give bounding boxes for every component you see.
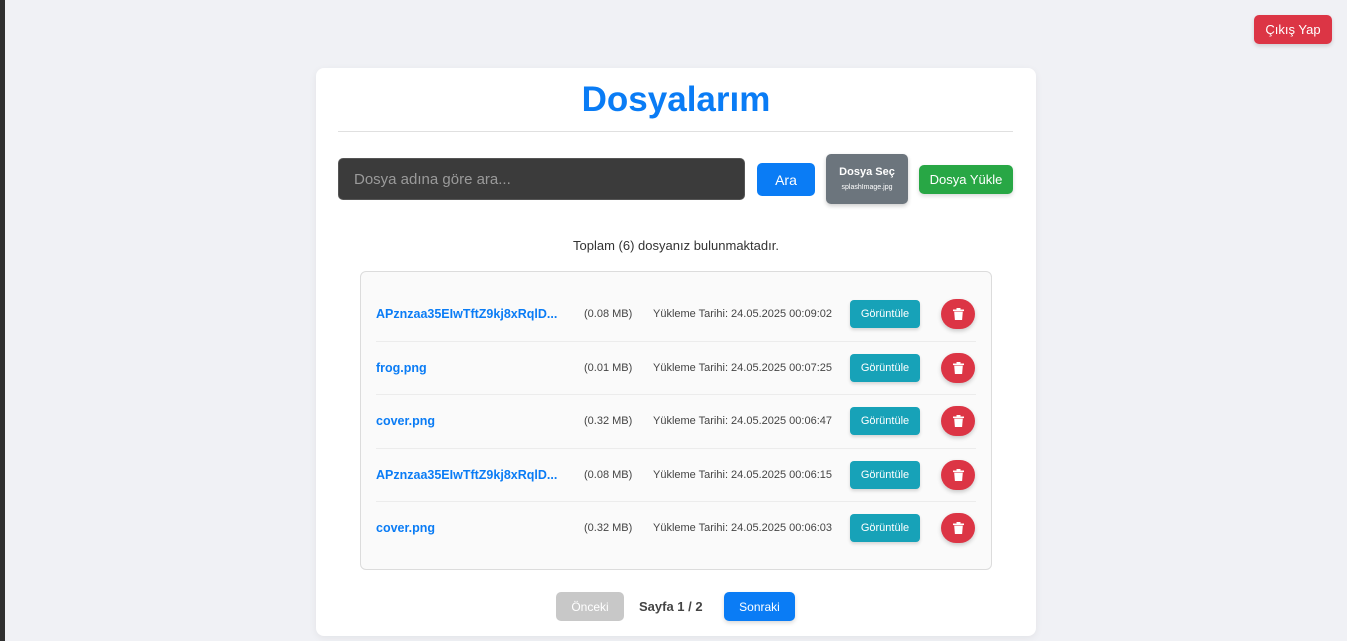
choose-file-button[interactable]: Dosya Seç splashImage.jpg: [826, 154, 908, 204]
page-indicator: Sayfa 1 / 2: [639, 599, 703, 614]
view-button[interactable]: Görüntüle: [850, 407, 920, 435]
delete-button[interactable]: [941, 352, 975, 383]
view-button[interactable]: Görüntüle: [850, 460, 920, 489]
search-input[interactable]: [338, 158, 745, 200]
file-list: APznzaa35EIwTftZ9kj8xRqlD... (0.08 MB) Y…: [360, 271, 992, 570]
previous-page-button[interactable]: Önceki: [556, 592, 624, 621]
file-name-link[interactable]: frog.png: [376, 361, 561, 375]
file-size: (0.08 MB): [584, 308, 633, 320]
file-name-link[interactable]: cover.png: [376, 414, 561, 428]
window-edge: [0, 0, 5, 641]
file-upload-date: Yükleme Tarihi: 24.05.2025 00:07:25: [653, 361, 832, 374]
upload-file-button[interactable]: Dosya Yükle: [919, 165, 1013, 194]
view-button[interactable]: Görüntüle: [850, 514, 920, 542]
file-row: cover.png (0.32 MB) Yükleme Tarihi: 24.0…: [376, 395, 976, 449]
file-name-link[interactable]: APznzaa35EIwTftZ9kj8xRqlD...: [376, 307, 561, 321]
file-upload-date: Yükleme Tarihi: 24.05.2025 00:06:47: [653, 415, 832, 427]
choose-file-label: Dosya Seç: [839, 166, 895, 178]
delete-button[interactable]: [941, 459, 975, 490]
trash-icon: [952, 308, 964, 320]
file-count-text: Toplam (6) dosyanız bulunmaktadır.: [573, 238, 779, 253]
logout-button[interactable]: Çıkış Yap: [1254, 15, 1332, 44]
trash-icon: [952, 361, 964, 374]
selected-file-name: splashImage.jpg: [841, 184, 893, 191]
file-row: cover.png (0.32 MB) Yükleme Tarihi: 24.0…: [376, 502, 976, 556]
file-name-link[interactable]: APznzaa35EIwTftZ9kj8xRqlD...: [376, 468, 561, 482]
trash-icon: [952, 415, 964, 427]
file-upload-date: Yükleme Tarihi: 24.05.2025 00:09:02: [653, 308, 832, 320]
file-upload-date: Yükleme Tarihi: 24.05.2025 00:06:03: [653, 522, 832, 534]
file-upload-date: Yükleme Tarihi: 24.05.2025 00:06:15: [653, 468, 832, 481]
file-row: APznzaa35EIwTftZ9kj8xRqlD... (0.08 MB) Y…: [376, 288, 976, 342]
file-row: APznzaa35EIwTftZ9kj8xRqlD... (0.08 MB) Y…: [376, 449, 976, 502]
title-divider: [338, 131, 1013, 132]
view-button[interactable]: Görüntüle: [850, 300, 920, 328]
file-size: (0.08 MB): [584, 468, 633, 481]
trash-icon: [952, 468, 964, 481]
delete-button[interactable]: [941, 406, 975, 436]
trash-icon: [952, 522, 964, 534]
file-size: (0.32 MB): [584, 415, 633, 427]
delete-button[interactable]: [941, 299, 975, 329]
search-button[interactable]: Ara: [757, 163, 815, 196]
files-card: Dosyalarım Ara Dosya Seç splashImage.jpg…: [316, 68, 1036, 636]
delete-button[interactable]: [941, 513, 975, 543]
file-size: (0.01 MB): [584, 361, 633, 374]
file-size: (0.32 MB): [584, 522, 633, 534]
page-title: Dosyalarım: [581, 80, 771, 119]
file-row: frog.png (0.01 MB) Yükleme Tarihi: 24.05…: [376, 342, 976, 395]
file-name-link[interactable]: cover.png: [376, 521, 561, 535]
next-page-button[interactable]: Sonraki: [724, 592, 795, 621]
view-button[interactable]: Görüntüle: [850, 353, 920, 382]
